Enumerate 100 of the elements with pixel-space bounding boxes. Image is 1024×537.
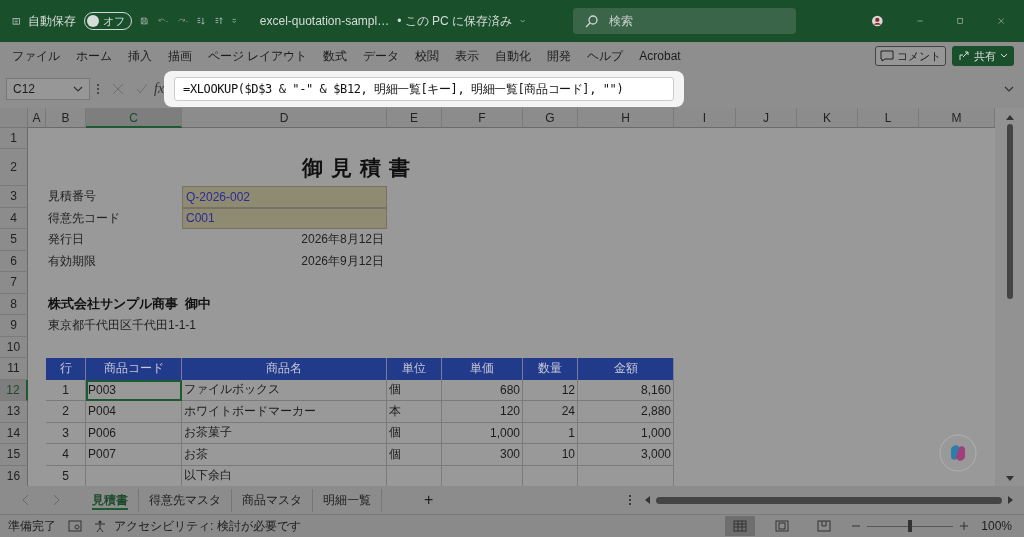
- field-label: 発行日: [47, 231, 85, 249]
- sheet-tab[interactable]: 見積書: [82, 488, 139, 512]
- sheet-tab[interactable]: 明細一覧: [313, 488, 382, 512]
- table-cell: 1,000: [442, 422, 523, 444]
- row-header[interactable]: 10: [0, 336, 28, 358]
- table-header-cell: 単位: [387, 358, 442, 380]
- sheet-tab[interactable]: 得意先マスタ: [139, 488, 232, 512]
- menu-item[interactable]: ヘルプ: [579, 47, 632, 65]
- table-cell: 300: [442, 444, 523, 466]
- add-sheet-button[interactable]: +: [418, 490, 440, 510]
- menu-item[interactable]: 開発: [539, 47, 580, 65]
- column-header[interactable]: A: [28, 108, 46, 128]
- column-header[interactable]: F: [442, 108, 523, 128]
- formula-field[interactable]: =XLOOKUP($D$3 & "-" & $B12, 明細一覧[キー], 明細一覧[商品コード], ""): [174, 77, 675, 101]
- table-cell: お茶菓子: [182, 422, 387, 444]
- table-cell: 個: [387, 444, 442, 466]
- row-header[interactable]: 2: [0, 149, 28, 186]
- menu-item[interactable]: データ: [355, 47, 408, 65]
- row-header[interactable]: 6: [0, 250, 28, 272]
- share-button[interactable]: 共有: [952, 46, 1014, 66]
- row-header[interactable]: 14: [0, 422, 28, 444]
- row-header[interactable]: 7: [0, 272, 28, 294]
- scroll-down-icon[interactable]: [1005, 476, 1014, 482]
- table-cell: 120: [442, 401, 523, 423]
- column-header[interactable]: K: [797, 108, 858, 128]
- menu-item[interactable]: 自動化: [487, 47, 540, 65]
- row-header[interactable]: 1: [0, 128, 28, 149]
- expand-icon[interactable]: [1004, 84, 1014, 94]
- row-header[interactable]: 11: [0, 358, 28, 380]
- table-cell: 2: [46, 401, 86, 423]
- row-header[interactable]: 15: [0, 444, 28, 466]
- scroll-thumb[interactable]: [1006, 124, 1013, 299]
- grid-icon: [733, 520, 748, 532]
- column-header[interactable]: L: [858, 108, 919, 128]
- row-header[interactable]: 4: [0, 207, 28, 229]
- field-label: 得意先コード: [47, 209, 121, 227]
- table-cell: 1: [523, 422, 578, 444]
- menu-item[interactable]: Acrobat: [631, 49, 689, 63]
- menu-item[interactable]: ホーム: [68, 47, 120, 65]
- scroll-right-icon[interactable]: [1008, 496, 1014, 504]
- table-cell: ファイルボックス: [182, 379, 387, 401]
- menu-item[interactable]: 校閲: [407, 47, 448, 65]
- table-cell: P004: [86, 401, 182, 423]
- zoom-in-icon[interactable]: [959, 521, 970, 531]
- normal-view-button[interactable]: [725, 516, 756, 536]
- column-header[interactable]: G: [523, 108, 578, 128]
- page-break-icon: [817, 520, 832, 532]
- column-header[interactable]: C: [86, 108, 182, 128]
- row-header[interactable]: 13: [0, 401, 28, 423]
- row-header[interactable]: 3: [0, 186, 28, 208]
- menu-item[interactable]: 表示: [447, 47, 488, 65]
- search-field[interactable]: 検索: [573, 8, 797, 34]
- save-status[interactable]: • この PC に保存済み: [397, 12, 513, 30]
- input-cell[interactable]: Q-2026-002: [182, 186, 387, 208]
- table-cell: P006: [86, 422, 182, 444]
- menu-item[interactable]: ファイル: [4, 47, 68, 65]
- row-header[interactable]: 16: [0, 465, 28, 486]
- accessibility-status[interactable]: アクセシビリティ: 検討が必要です: [114, 517, 301, 535]
- comment-icon: [880, 50, 894, 62]
- previous-sheet-icon[interactable]: [22, 494, 30, 506]
- more-icon[interactable]: [628, 494, 632, 506]
- sheet-tab[interactable]: 商品マスタ: [232, 488, 313, 512]
- maximize-icon[interactable]: [957, 15, 964, 27]
- row-header[interactable]: 12: [0, 379, 28, 401]
- column-header[interactable]: B: [46, 108, 86, 128]
- row-header[interactable]: 8: [0, 293, 28, 315]
- copilot-icon[interactable]: [939, 434, 977, 472]
- menu-item[interactable]: 数式: [315, 47, 356, 65]
- input-cell[interactable]: C001: [182, 207, 387, 229]
- column-header[interactable]: D: [182, 108, 387, 128]
- row-header[interactable]: 5: [0, 229, 28, 251]
- accessibility-icon[interactable]: [94, 520, 106, 532]
- scroll-up-icon[interactable]: [1005, 114, 1014, 120]
- menu-item[interactable]: 挿入: [120, 47, 160, 65]
- share-icon: [958, 50, 970, 62]
- document-title: 御見積書: [300, 154, 419, 181]
- menu-item[interactable]: 描画: [160, 47, 200, 65]
- macro-record-icon[interactable]: [68, 520, 82, 532]
- file-name[interactable]: excel-quotation-sampl…: [259, 14, 390, 28]
- table-cell: 3,000: [578, 444, 674, 466]
- column-header[interactable]: H: [578, 108, 674, 128]
- column-header[interactable]: E: [387, 108, 442, 128]
- menu-item[interactable]: ページ レイアウト: [200, 47, 316, 65]
- close-icon[interactable]: [997, 15, 1004, 27]
- table-header-cell: 単価: [442, 358, 523, 380]
- comment-button[interactable]: コメント: [875, 46, 946, 66]
- next-sheet-icon[interactable]: [52, 494, 60, 506]
- cancel-icon[interactable]: [112, 83, 124, 95]
- row-header[interactable]: 9: [0, 315, 28, 337]
- column-header[interactable]: I: [674, 108, 736, 128]
- zoom-level[interactable]: 100%: [981, 519, 1012, 533]
- column-header[interactable]: J: [736, 108, 797, 128]
- caret-icon: [1000, 52, 1008, 60]
- insert-function-button[interactable]: fx: [154, 81, 165, 97]
- column-header[interactable]: M: [919, 108, 995, 128]
- scroll-left-icon[interactable]: [644, 496, 650, 504]
- table-cell: 1,000: [578, 422, 674, 444]
- table-cell: 10: [523, 444, 578, 466]
- more-icon[interactable]: [96, 83, 100, 95]
- name-box[interactable]: C12: [6, 78, 90, 100]
